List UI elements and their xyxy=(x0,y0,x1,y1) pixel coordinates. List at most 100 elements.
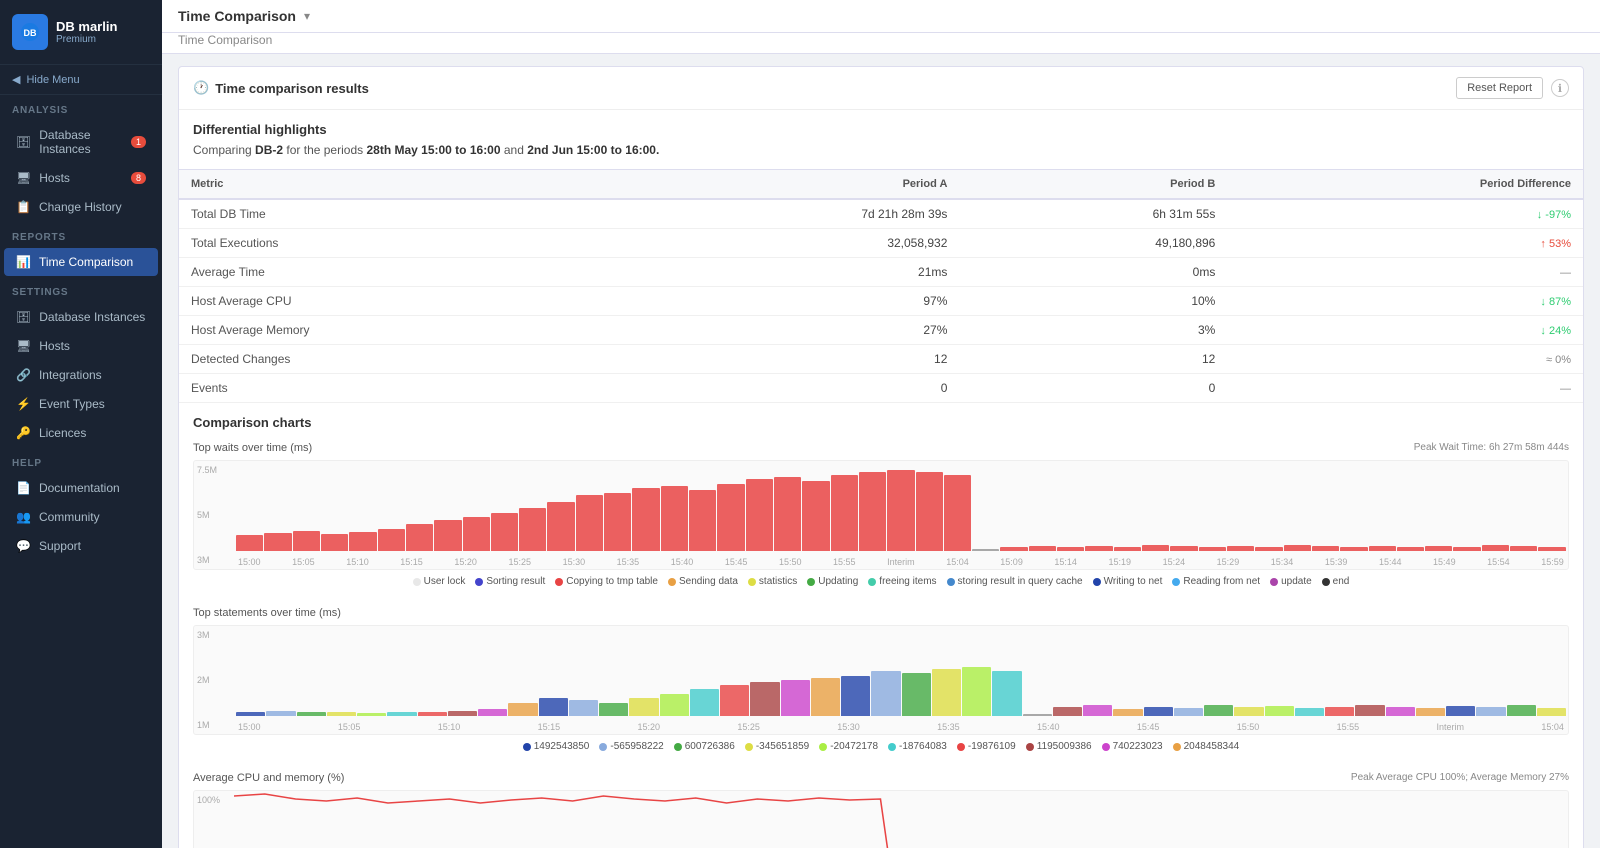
legend-dot-indicator xyxy=(1026,743,1034,751)
statement-bar xyxy=(1174,708,1203,716)
statement-bar xyxy=(841,676,870,717)
table-row: Host Average Memory 27% 3% ↓ 24% xyxy=(179,316,1583,345)
statements-chart: Top statements over time (ms) 3M 2M 1M 1… xyxy=(193,607,1569,752)
statement-bar xyxy=(1537,708,1566,716)
wait-bar xyxy=(519,508,546,551)
sidebar-section-reports: REPORTS 📊 Time Comparison xyxy=(0,222,162,277)
wait-bar xyxy=(632,488,659,551)
wait-bar xyxy=(1085,546,1112,551)
statement-bar xyxy=(478,709,507,716)
statement-bar xyxy=(1053,707,1082,716)
legend-item: -18764083 xyxy=(888,741,947,752)
dropdown-icon[interactable]: ▾ xyxy=(304,9,310,23)
statement-bar xyxy=(1083,705,1112,716)
sidebar-section-help: HELP 📄 Documentation 👥 Community 💬 Suppo… xyxy=(0,448,162,561)
period-b-cell: 0ms xyxy=(959,258,1227,287)
wait-bar xyxy=(1340,547,1367,552)
statement-bar xyxy=(629,698,658,716)
legend-dot-indicator xyxy=(947,578,955,586)
sidebar-item-documentation[interactable]: 📄 Documentation xyxy=(4,474,158,502)
legend-dot-indicator xyxy=(555,578,563,586)
wait-bar xyxy=(264,533,291,551)
wait-bar xyxy=(1369,546,1396,551)
highlights-section: Differential highlights Comparing DB-2 f… xyxy=(179,110,1583,169)
wait-bar xyxy=(944,475,971,552)
waits-chart-label: Top waits over time (ms) Peak Wait Time:… xyxy=(193,442,1569,454)
cpu-memory-svg xyxy=(234,791,1568,848)
table-row: Events 0 0 — xyxy=(179,374,1583,403)
legend-dot-indicator xyxy=(1093,578,1101,586)
sidebar-item-hosts-analysis[interactable]: 🖥 Hosts 8 xyxy=(4,164,158,192)
metric-col-header: Metric xyxy=(179,170,619,200)
period-b-cell: 49,180,896 xyxy=(959,229,1227,258)
statement-bar xyxy=(871,671,900,716)
legend-dot-indicator xyxy=(674,743,682,751)
wait-bar xyxy=(746,479,773,551)
sidebar-item-hosts-settings[interactable]: 🖥 Hosts xyxy=(4,332,158,360)
legend-item: 740223023 xyxy=(1102,741,1163,752)
statement-bar xyxy=(932,669,961,716)
statement-bar xyxy=(1295,708,1324,716)
cpu-memory-chart-label: Average CPU and memory (%) Peak Average … xyxy=(193,772,1569,784)
legend-dot-indicator xyxy=(868,578,876,586)
legend-item: freeing items xyxy=(868,576,936,587)
sidebar-section-settings: SETTINGS 🗄 Database Instances 🖥 Hosts 🔗 … xyxy=(0,277,162,448)
sidebar-item-licences[interactable]: 🔑 Licences xyxy=(4,419,158,447)
statement-bar xyxy=(236,712,265,717)
sidebar-item-change-history[interactable]: 📋 Change History xyxy=(4,193,158,221)
sidebar-item-support[interactable]: 💬 Support xyxy=(4,532,158,560)
reset-report-button[interactable]: Reset Report xyxy=(1456,77,1543,99)
legend-dot-indicator xyxy=(748,578,756,586)
page-title: Time Comparison xyxy=(178,8,296,24)
statement-bar xyxy=(1325,707,1354,716)
wait-bar xyxy=(604,493,631,552)
panel-title: 🕐 Time comparison results xyxy=(193,80,369,96)
legend-item: storing result in query cache xyxy=(947,576,1083,587)
wait-bar xyxy=(463,517,490,551)
cpu-memory-chart: Average CPU and memory (%) Peak Average … xyxy=(193,772,1569,848)
wait-bar xyxy=(406,524,433,551)
sidebar-item-event-types[interactable]: ⚡ Event Types xyxy=(4,390,158,418)
wait-bar xyxy=(1000,547,1027,552)
sidebar-item-database-instances-settings[interactable]: 🗄 Database Instances xyxy=(4,303,158,331)
legend-dot-indicator xyxy=(819,743,827,751)
charts-section: Comparison charts Top waits over time (m… xyxy=(179,403,1583,848)
statement-bar xyxy=(902,673,931,716)
sidebar-item-time-comparison[interactable]: 📊 Time Comparison xyxy=(4,248,158,276)
wait-bar xyxy=(1482,545,1509,551)
wait-bar xyxy=(916,472,943,551)
legend-dot-indicator xyxy=(1172,578,1180,586)
table-row: Total Executions 32,058,932 49,180,896 ↑… xyxy=(179,229,1583,258)
statements-bars xyxy=(234,626,1568,716)
sidebar-item-database-instances-analysis[interactable]: 🗄 Database Instances 1 xyxy=(4,121,158,163)
community-icon: 👥 xyxy=(16,510,31,524)
wait-bar xyxy=(1199,547,1226,552)
wait-bar xyxy=(1057,547,1084,552)
period-a-cell: 7d 21h 28m 39s xyxy=(619,199,959,229)
metric-cell: Total DB Time xyxy=(179,199,619,229)
cpu-memory-chart-area: 100% 50% 15:00 15:05 15:10 xyxy=(193,790,1569,848)
sidebar-item-integrations[interactable]: 🔗 Integrations xyxy=(4,361,158,389)
wait-bar xyxy=(491,513,518,551)
diff-cell: — xyxy=(1227,374,1583,403)
wait-bar xyxy=(717,484,744,552)
legend-dot-indicator xyxy=(807,578,815,586)
sidebar-item-community[interactable]: 👥 Community xyxy=(4,503,158,531)
legend-item: -565958222 xyxy=(599,741,663,752)
statement-bar xyxy=(297,712,326,716)
statement-bar xyxy=(1386,707,1415,716)
period-a-cell: 21ms xyxy=(619,258,959,287)
hide-menu-button[interactable]: ◀ Hide Menu xyxy=(0,65,162,95)
clock-icon: 🕐 xyxy=(193,80,209,96)
period-a-cell: 97% xyxy=(619,287,959,316)
svg-text:DB: DB xyxy=(24,28,37,38)
legend-dot-indicator xyxy=(957,743,965,751)
waits-chart-area: 7.5M 5M 3M 15:00 15:05 15:10 15:15 15:20… xyxy=(193,460,1569,570)
statement-bar xyxy=(599,703,628,717)
statement-bar xyxy=(539,698,568,716)
waits-legend: User lockSorting resultCopying to tmp ta… xyxy=(193,576,1569,587)
legend-item: -20472178 xyxy=(819,741,878,752)
diff-cell: ↓ 24% xyxy=(1227,316,1583,345)
statement-bar xyxy=(327,712,356,717)
statements-chart-label: Top statements over time (ms) xyxy=(193,607,1569,619)
